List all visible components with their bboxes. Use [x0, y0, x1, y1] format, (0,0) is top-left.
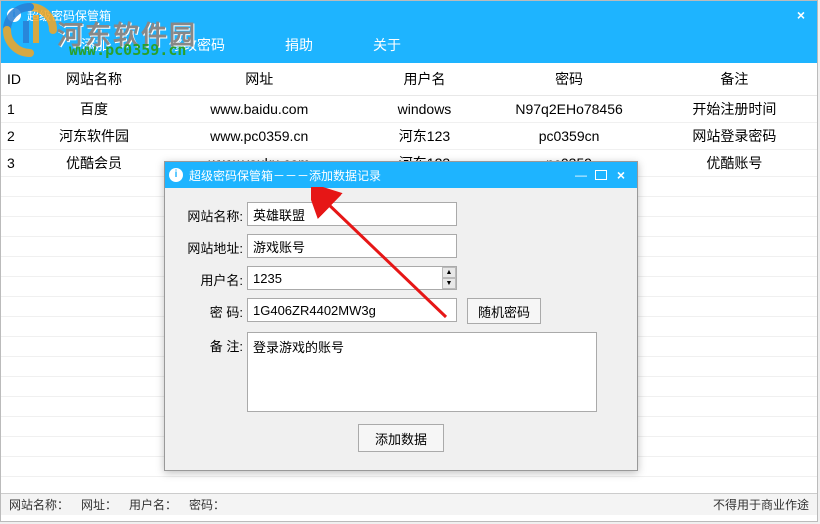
dialog-title-bar[interactable]: i 超级密码保管箱－－－添加数据记录 — × [165, 162, 637, 188]
col-header-user[interactable]: 用户名 [363, 63, 487, 96]
table-row[interactable]: 2河东软件园www.pc0359.cn河东123pc0359cn网站登录密码 [1, 123, 817, 150]
cell-name: 优酷会员 [32, 150, 156, 177]
cell-note: 优酷账号 [652, 150, 817, 177]
input-site-url[interactable] [247, 234, 457, 258]
table-row [1, 477, 817, 494]
cell-note: 开始注册时间 [652, 96, 817, 123]
menu-about[interactable]: 关于 [373, 35, 401, 55]
col-header-id[interactable]: ID [1, 63, 32, 96]
add-record-dialog: i 超级密码保管箱－－－添加数据记录 — × 网站名称: 网站地址: 用户名: … [164, 161, 638, 471]
random-password-button[interactable]: 随机密码 [467, 298, 541, 324]
cell-user: 河东123 [363, 123, 487, 150]
cell-name: 河东软件园 [32, 123, 156, 150]
main-title-bar: i 超级密码保管箱 × [1, 1, 817, 29]
menu-add[interactable]: 添加 [81, 35, 109, 55]
close-icon[interactable]: × [791, 7, 811, 23]
label-username: 用户名: [179, 266, 247, 289]
input-password[interactable] [247, 298, 457, 322]
cell-url: www.baidu.com [156, 96, 363, 123]
label-site-name: 网站名称: [179, 202, 247, 225]
status-site-label: 网站名称： [9, 496, 69, 513]
label-site-url: 网站地址: [179, 234, 247, 257]
input-note[interactable] [247, 332, 597, 412]
spinner-down-icon[interactable]: ▼ [442, 278, 456, 289]
add-data-button[interactable]: 添加数据 [358, 424, 444, 452]
col-header-pass[interactable]: 密码 [486, 63, 651, 96]
input-site-name[interactable] [247, 202, 457, 226]
col-header-note[interactable]: 备注 [652, 63, 817, 96]
main-window-title: 超级密码保管箱 [27, 7, 791, 24]
maximize-icon[interactable] [595, 170, 607, 180]
cell-pass: N97q2EHo78456 [486, 96, 651, 123]
menu-bar: 添加 修改密码 捐助 关于 [1, 29, 817, 63]
status-pass-label: 密码： [189, 496, 225, 513]
spinner-up-icon[interactable]: ▲ [442, 267, 456, 278]
cell-name: 百度 [32, 96, 156, 123]
dialog-title: 超级密码保管箱－－－添加数据记录 [189, 167, 567, 184]
label-password: 密 码: [179, 298, 247, 321]
minimize-icon[interactable]: — [569, 166, 593, 184]
cell-id: 1 [1, 96, 32, 123]
menu-donate[interactable]: 捐助 [285, 35, 313, 55]
input-username[interactable] [247, 266, 457, 290]
col-header-url[interactable]: 网址 [156, 63, 363, 96]
cell-note: 网站登录密码 [652, 123, 817, 150]
menu-change-password[interactable]: 修改密码 [169, 35, 225, 55]
info-icon: i [7, 8, 21, 22]
status-right-text: 不得用于商业作途 [713, 496, 809, 513]
cell-url: www.pc0359.cn [156, 123, 363, 150]
cell-id: 2 [1, 123, 32, 150]
close-icon[interactable]: × [609, 166, 633, 184]
col-header-name[interactable]: 网站名称 [32, 63, 156, 96]
info-icon: i [169, 168, 183, 182]
status-url-label: 网址： [81, 496, 117, 513]
status-user-label: 用户名： [129, 496, 177, 513]
table-row[interactable]: 1百度www.baidu.comwindowsN97q2EHo78456开始注册… [1, 96, 817, 123]
cell-user: windows [363, 96, 487, 123]
status-bar: 网站名称： 网址： 用户名： 密码： 不得用于商业作途 [1, 493, 817, 515]
cell-pass: pc0359cn [486, 123, 651, 150]
label-note: 备 注: [179, 332, 247, 355]
cell-id: 3 [1, 150, 32, 177]
